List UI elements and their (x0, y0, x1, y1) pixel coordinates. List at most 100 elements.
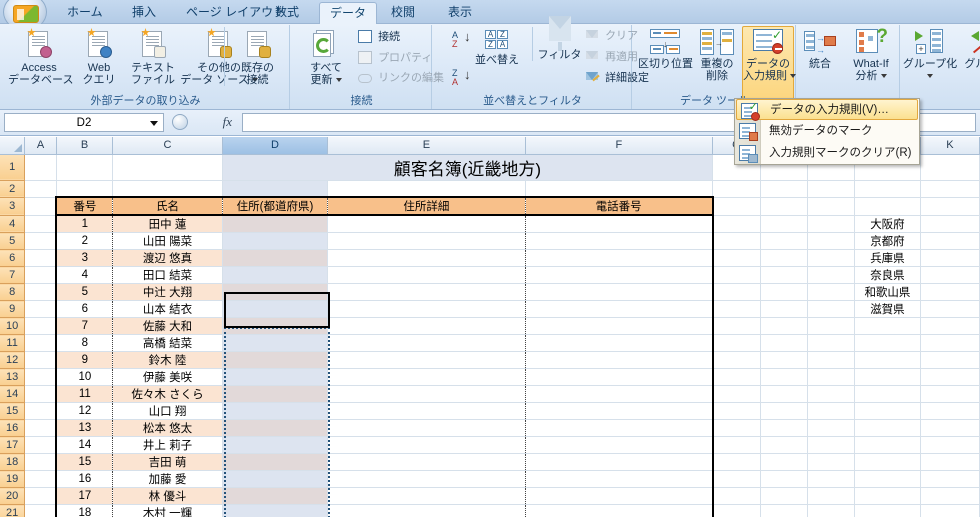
cell-k18[interactable] (920, 453, 980, 471)
cell-address-4[interactable] (327, 266, 526, 284)
cell-no-5[interactable]: 5 (55, 283, 114, 301)
cell-h11[interactable] (760, 334, 808, 352)
cell-prefecture-9[interactable] (222, 351, 329, 369)
column-header-a[interactable]: A (24, 137, 57, 155)
cell-prefecture-6[interactable] (222, 300, 329, 318)
cell-j21[interactable] (854, 504, 921, 517)
cell-k2[interactable] (920, 180, 980, 198)
cell-j10[interactable] (854, 317, 921, 335)
cell-i6[interactable] (807, 249, 856, 267)
cell-address-6[interactable] (327, 300, 526, 318)
cell-no-16[interactable]: 16 (55, 470, 114, 488)
row-header-21[interactable]: 21 (0, 504, 26, 517)
cell-prefecture-14[interactable] (222, 436, 329, 454)
table-header-name[interactable]: 氏名 (112, 196, 223, 216)
cell-name-13[interactable]: 松本 悠太 (112, 419, 223, 437)
tab-review[interactable]: 校閲 (381, 2, 425, 24)
cell-no-17[interactable]: 17 (55, 487, 114, 505)
cell-k20[interactable] (920, 487, 980, 505)
cell-a11[interactable] (24, 334, 57, 352)
cell-phone-1[interactable] (525, 215, 714, 233)
ribbon-button-filter[interactable]: フィルタ (532, 16, 586, 61)
cell-no-6[interactable]: 6 (55, 300, 114, 318)
cell-h19[interactable] (760, 470, 808, 488)
cell-prefecture-list-4[interactable]: 奈良県 (854, 266, 921, 284)
cell-h15[interactable] (760, 402, 808, 420)
cell-address-15[interactable] (327, 453, 526, 471)
cell-h16[interactable] (760, 419, 808, 437)
cell-phone-12[interactable] (525, 402, 714, 420)
cell-address-11[interactable] (327, 385, 526, 403)
cell-k1[interactable] (920, 154, 980, 181)
cell-i17[interactable] (807, 436, 856, 454)
cell-i19[interactable] (807, 470, 856, 488)
column-header-b[interactable]: B (56, 137, 114, 155)
chevron-down-icon[interactable] (150, 121, 158, 126)
row-header-3[interactable]: 3 (0, 197, 26, 216)
ribbon-button-what-if-analysis[interactable]: ? What-If 分析 (844, 27, 898, 82)
table-header-prefecture[interactable]: 住所(都道府県) (222, 196, 329, 216)
ribbon-button-text-file[interactable]: テキスト ファイル (122, 27, 184, 86)
cell-address-3[interactable] (327, 249, 526, 267)
cell-prefecture-5[interactable] (222, 283, 329, 301)
cell-j11[interactable] (854, 334, 921, 352)
name-box[interactable]: D2 (4, 113, 164, 132)
cell-address-12[interactable] (327, 402, 526, 420)
ribbon-button-connections[interactable]: 接続 (358, 30, 400, 48)
table-header-address[interactable]: 住所詳細 (327, 196, 526, 216)
cell-prefecture-12[interactable] (222, 402, 329, 420)
ribbon-button-access-database[interactable]: Access データベース (8, 27, 73, 86)
cell-no-7[interactable]: 7 (55, 317, 114, 335)
row-header-13[interactable]: 13 (0, 368, 26, 386)
cell-k19[interactable] (920, 470, 980, 488)
cell-k12[interactable] (920, 351, 980, 369)
row-header-18[interactable]: 18 (0, 453, 26, 471)
cell-prefecture-11[interactable] (222, 385, 329, 403)
cell-name-8[interactable]: 高橋 結菜 (112, 334, 223, 352)
insert-function-icon[interactable]: fx (223, 114, 232, 130)
cell-name-11[interactable]: 佐々木 さくら (112, 385, 223, 403)
cell-k8[interactable] (920, 283, 980, 301)
cell-phone-13[interactable] (525, 419, 714, 437)
worksheet-grid[interactable]: A B C D E F G H I J K 1 顧客名簿(近畿地方) (0, 137, 980, 517)
cell-phone-3[interactable] (525, 249, 714, 267)
cell-h3[interactable] (760, 197, 808, 216)
cell-no-4[interactable]: 4 (55, 266, 114, 284)
cell-phone-8[interactable] (525, 334, 714, 352)
cell-j13[interactable] (854, 368, 921, 386)
cell-g18[interactable] (712, 453, 761, 471)
cell-a12[interactable] (24, 351, 57, 369)
cell-h9[interactable] (760, 300, 808, 318)
cell-a6[interactable] (24, 249, 57, 267)
cell-address-16[interactable] (327, 470, 526, 488)
cell-k21[interactable] (920, 504, 980, 517)
chevron-down-icon[interactable] (880, 74, 887, 79)
cell-h12[interactable] (760, 351, 808, 369)
cell-a18[interactable] (24, 453, 57, 471)
ribbon-button-refresh-all[interactable]: すべて 更新 (295, 27, 357, 86)
cell-k15[interactable] (920, 402, 980, 420)
cell-g2[interactable] (712, 180, 761, 198)
cell-g4[interactable] (712, 215, 761, 233)
ribbon-button-existing-connections[interactable]: 既存の 接続 (224, 27, 286, 86)
cell-a5[interactable] (24, 232, 57, 250)
cell-h21[interactable] (760, 504, 808, 517)
cell-a14[interactable] (24, 385, 57, 403)
cell-i4[interactable] (807, 215, 856, 233)
row-header-9[interactable]: 9 (0, 300, 26, 318)
cell-k6[interactable] (920, 249, 980, 267)
row-header-2[interactable]: 2 (0, 180, 26, 198)
cell-k17[interactable] (920, 436, 980, 454)
cell-g6[interactable] (712, 249, 761, 267)
cell-name-15[interactable]: 吉田 萌 (112, 453, 223, 471)
cell-name-6[interactable]: 山本 結衣 (112, 300, 223, 318)
ribbon-button-consolidate[interactable]: → → 統合 (798, 27, 842, 70)
cell-a9[interactable] (24, 300, 57, 318)
cell-a2[interactable] (24, 180, 57, 198)
cell-no-13[interactable]: 13 (55, 419, 114, 437)
menu-item-data-validation[interactable]: ✓ データの入力規則(V)… (736, 99, 918, 121)
cell-j18[interactable] (854, 453, 921, 471)
tab-home[interactable]: ホーム (57, 2, 113, 24)
cell-a10[interactable] (24, 317, 57, 335)
cell-b2[interactable] (56, 180, 114, 198)
